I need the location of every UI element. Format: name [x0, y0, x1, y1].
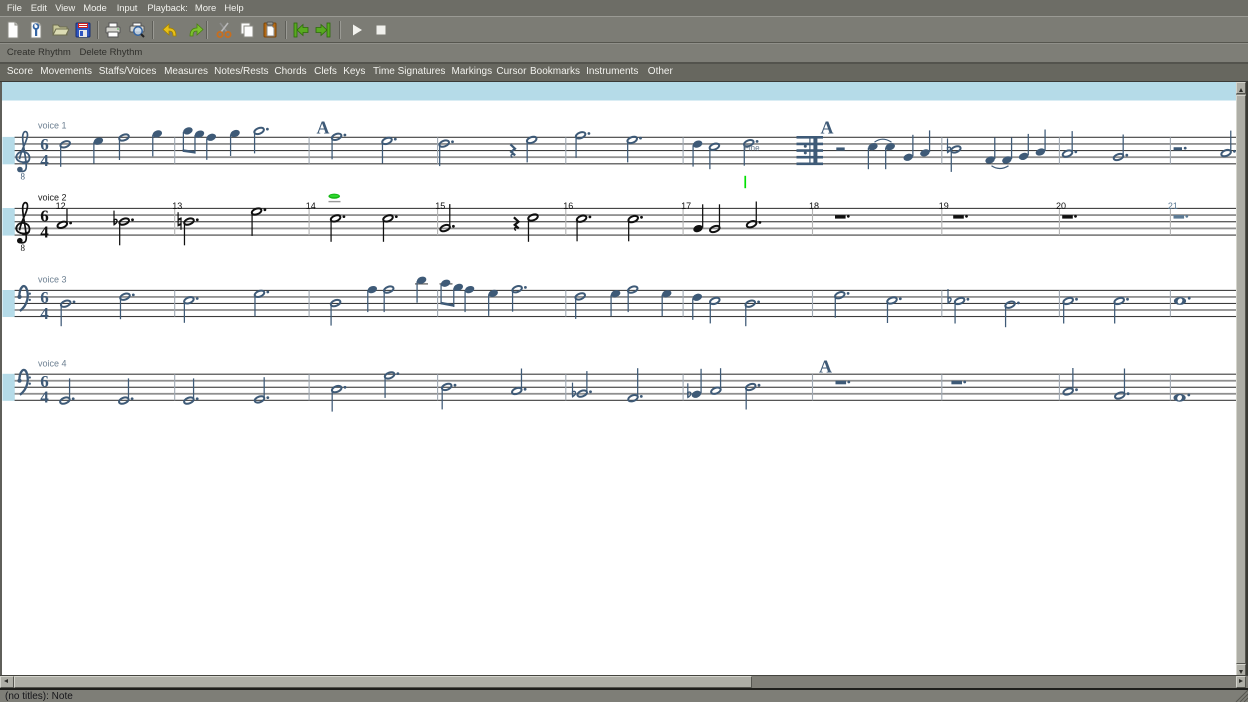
svg-text:20: 20 — [1056, 201, 1066, 211]
svg-text:21: 21 — [1168, 201, 1178, 211]
svg-text:4: 4 — [40, 304, 49, 323]
svg-text:voice 1: voice 1 — [38, 121, 67, 131]
svg-text:17: 17 — [681, 201, 691, 211]
svg-text:16: 16 — [563, 201, 573, 211]
svg-text:4: 4 — [40, 151, 49, 170]
svg-text:A: A — [819, 357, 832, 377]
svg-text:14: 14 — [306, 201, 316, 211]
svg-text:4: 4 — [40, 388, 49, 407]
svg-text:19: 19 — [939, 201, 949, 211]
svg-text:15: 15 — [435, 201, 445, 211]
svg-text:voice 3: voice 3 — [38, 275, 67, 285]
svg-text:A: A — [821, 117, 834, 137]
svg-text:8: 8 — [21, 243, 26, 253]
svg-text:Fine: Fine — [744, 144, 760, 153]
svg-text:13: 13 — [172, 201, 182, 211]
svg-text:voice 4: voice 4 — [38, 359, 67, 369]
svg-text:18: 18 — [809, 201, 819, 211]
svg-text:4: 4 — [40, 222, 49, 241]
svg-text:12: 12 — [56, 201, 66, 211]
svg-text:A: A — [317, 118, 330, 138]
svg-text:8: 8 — [21, 171, 26, 181]
